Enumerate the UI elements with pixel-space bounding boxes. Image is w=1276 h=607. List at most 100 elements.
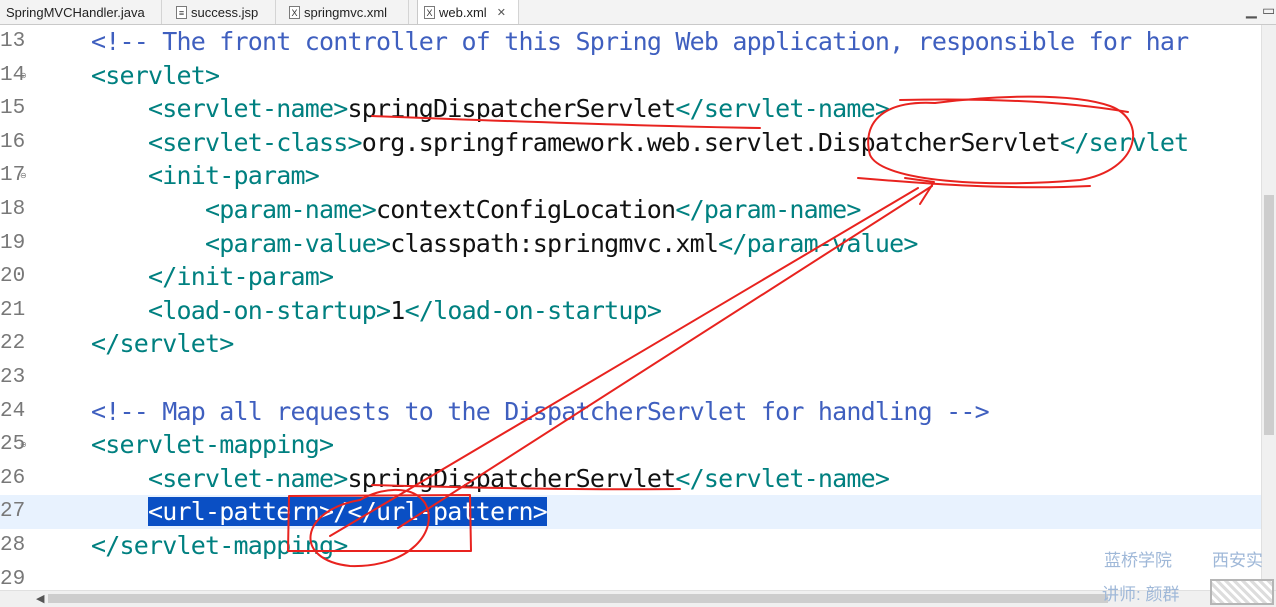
watermark-text: 西安实	[1212, 551, 1263, 570]
current-code-line: 27 <url-pattern>/</url-pattern>	[0, 495, 1262, 529]
tab-label: success.jsp	[191, 4, 259, 20]
tab-label: SpringMVCHandler.java	[6, 4, 145, 20]
xml-comment: <!-- The front controller of this Spring…	[91, 27, 1189, 56]
xml-tag: </servlet-mapping>	[91, 531, 348, 560]
close-tab-icon[interactable]: ✕	[497, 6, 506, 19]
code-text: </servlet-mapping>	[34, 529, 348, 563]
xml-file-icon: X	[289, 5, 300, 19]
jsp-file-icon: ≡	[176, 5, 187, 19]
xml-tag: </init-param>	[148, 262, 334, 292]
code-line: 18 <param-name>contextConfigLocation</pa…	[0, 193, 1262, 227]
code-line: 20 </init-param>	[0, 260, 1262, 294]
code-text: <load-on-startup>1</load-on-startup>	[34, 294, 662, 328]
xml-editor[interactable]: 13 <!-- The front controller of this Spr…	[0, 25, 1262, 591]
line-number: 25	[0, 433, 26, 457]
code-text: </init-param>	[34, 260, 334, 294]
xml-tag: <init-param>	[148, 161, 320, 191]
line-number: 17	[0, 164, 26, 188]
xml-value: 1	[390, 295, 405, 325]
code-line: 16 <servlet-class>org.springframework.we…	[0, 126, 1262, 160]
line-number: 16	[0, 130, 26, 154]
fold-toggle-icon[interactable]: ⊖	[20, 71, 27, 80]
xml-tag: </servlet-name>	[675, 94, 890, 124]
tab-springmvchandler-java[interactable]: SpringMVCHandler.java	[0, 0, 162, 24]
scroll-left-icon[interactable]: ◀	[36, 592, 44, 605]
editor-tab-bar: SpringMVCHandler.java ≡ success.jsp X sp…	[0, 0, 1276, 25]
tab-web-xml[interactable]: X web.xml ✕	[417, 0, 519, 24]
minimize-icon[interactable]: ▁	[1246, 2, 1257, 19]
qr-code-icon	[1210, 579, 1274, 605]
line-number: 20	[0, 265, 26, 289]
line-number: 22	[0, 332, 26, 356]
code-text: </servlet>	[34, 327, 234, 361]
xml-tag: </param-value>	[718, 228, 918, 258]
fold-toggle-icon[interactable]: ⊖	[20, 440, 27, 449]
code-line: 26 <servlet-name>springDispatcherServlet…	[0, 462, 1262, 496]
line-number: 15	[0, 97, 26, 121]
xml-value: classpath:springmvc.xml	[390, 228, 719, 258]
vertical-scrollbar[interactable]	[1261, 25, 1276, 591]
line-number: 27	[0, 500, 26, 524]
code-line: 14 ⊖ <servlet>	[0, 59, 1262, 93]
tab-label: web.xml	[439, 4, 487, 20]
xml-tag: <load-on-startup>	[148, 295, 391, 325]
xml-tag: </servlet>	[91, 329, 234, 359]
xml-tag: <servlet-class>	[148, 127, 363, 157]
xml-tag: <servlet-name>	[148, 463, 348, 493]
xml-tag: </servlet	[1060, 127, 1189, 157]
xml-comment: <!-- Map all requests to the DispatcherS…	[91, 396, 990, 426]
code-line: 25 ⊖ <servlet-mapping>	[0, 428, 1262, 462]
tab-label: springmvc.xml	[304, 4, 388, 20]
code-text: <url-pattern>/</url-pattern>	[34, 495, 548, 529]
code-line: 17 ⊖ <init-param>	[0, 159, 1262, 193]
xml-value: org.springframework.web.servlet.Dispatch…	[361, 127, 1061, 157]
tab-springmvc-xml[interactable]: X springmvc.xml	[283, 0, 409, 24]
tab-success-jsp[interactable]: ≡ success.jsp	[170, 0, 276, 24]
code-text: <init-param>	[34, 159, 320, 193]
xml-tag: <servlet>	[91, 60, 220, 90]
fold-toggle-icon[interactable]: ⊖	[20, 171, 27, 180]
code-line: 21 <load-on-startup>1</load-on-startup>	[0, 294, 1262, 328]
code-line: 23	[0, 361, 1262, 395]
code-text: <!-- Map all requests to the DispatcherS…	[34, 395, 990, 429]
watermark-text: 讲师: 颜群	[1102, 585, 1180, 604]
code-text: <servlet>	[34, 59, 220, 93]
vertical-scroll-thumb[interactable]	[1264, 195, 1274, 435]
code-text: <!-- The front controller of this Spring…	[34, 25, 1189, 59]
code-text: <servlet-class>org.springframework.web.s…	[34, 126, 1189, 160]
code-text: <param-name>contextConfigLocation</param…	[34, 193, 861, 227]
code-line: 19 <param-value>classpath:springmvc.xml<…	[0, 227, 1262, 261]
code-text: <servlet-name>springDispatcherServlet</s…	[34, 92, 890, 126]
horizontal-scroll-thumb[interactable]	[48, 594, 1108, 603]
code-line: 15 <servlet-name>springDispatcherServlet…	[0, 92, 1262, 126]
selected-text[interactable]: <url-pattern>/</url-pattern>	[148, 497, 548, 527]
xml-tag: <servlet-name>	[148, 94, 348, 124]
watermark-text: 蓝桥学院	[1104, 551, 1172, 570]
code-line: 28 </servlet-mapping>	[0, 529, 1262, 563]
line-number: 18	[0, 198, 26, 221]
xml-tag: </load-on-startup>	[404, 295, 662, 325]
xml-value: springDispatcherServlet	[347, 463, 677, 493]
xml-tag: </servlet-name>	[675, 463, 890, 493]
line-number: 19	[0, 231, 26, 255]
code-text: <servlet-name>springDispatcherServlet</s…	[34, 462, 890, 496]
horizontal-scrollbar[interactable]: ◀	[0, 590, 1276, 607]
xml-value: contextConfigLocation	[376, 195, 676, 224]
line-number: 13	[0, 30, 26, 53]
maximize-icon[interactable]: ▭	[1262, 2, 1275, 19]
